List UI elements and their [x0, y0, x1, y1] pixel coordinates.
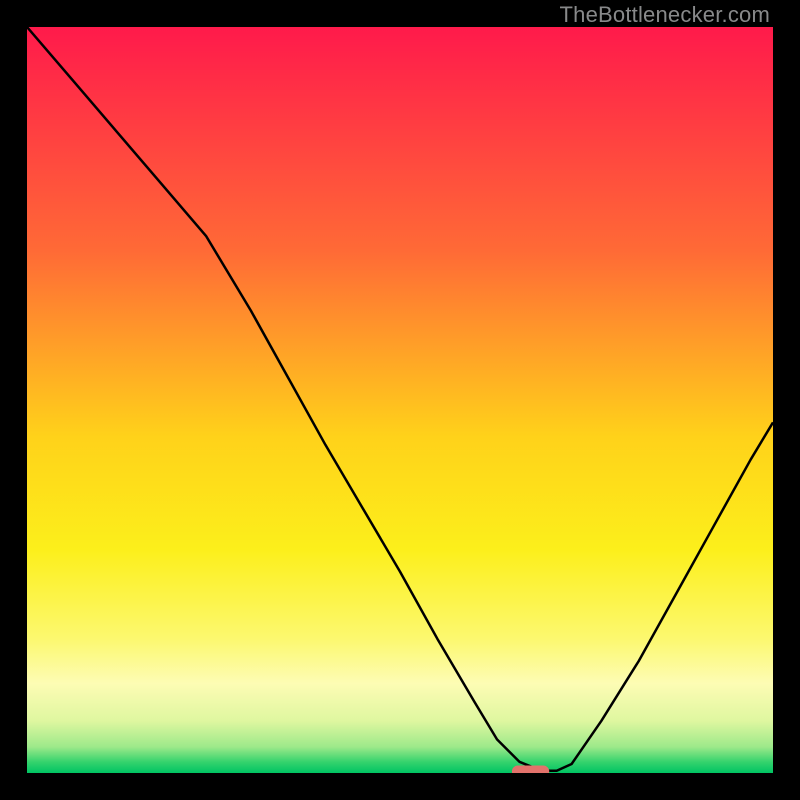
watermark-text: TheBottlenecker.com [560, 2, 770, 28]
bottleneck-chart [27, 27, 773, 773]
gradient-background [27, 27, 773, 773]
chart-frame [27, 27, 773, 773]
optimal-marker [512, 766, 549, 774]
